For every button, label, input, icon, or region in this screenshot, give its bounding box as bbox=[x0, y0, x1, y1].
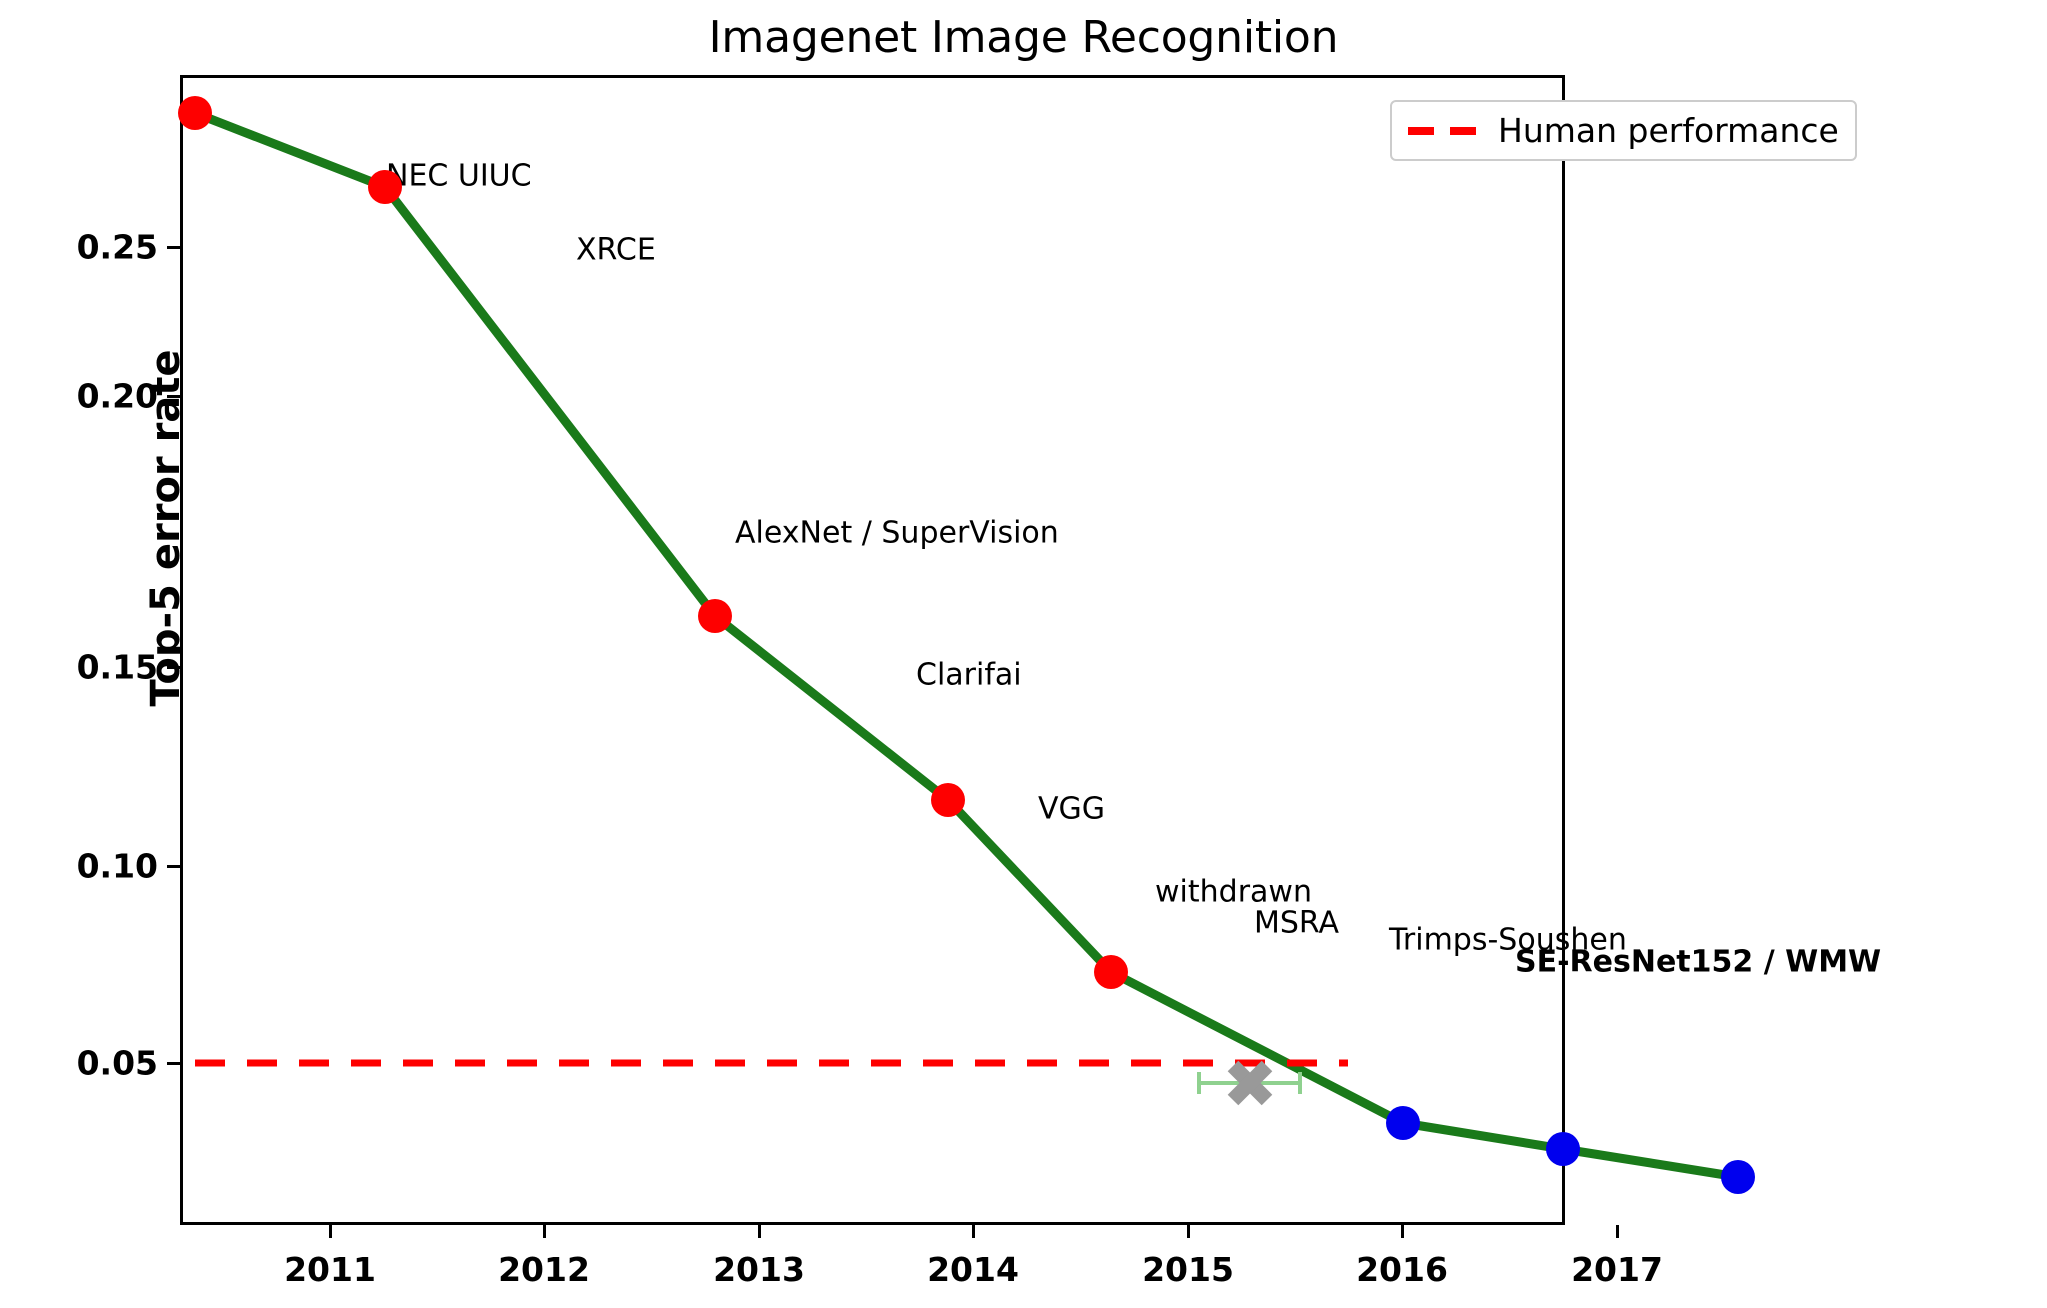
x-tick-label: 2013 bbox=[713, 1250, 805, 1289]
data-line-svg bbox=[190, 108, 1743, 1182]
y-tick-mark bbox=[167, 1062, 180, 1065]
y-tick-mark bbox=[167, 666, 180, 669]
data-point-marker bbox=[1721, 1160, 1755, 1194]
chart-figure: Imagenet Image Recognition Top-5 error r… bbox=[0, 0, 2047, 1308]
data-point-marker bbox=[1386, 1106, 1420, 1140]
x-tick-mark bbox=[758, 1225, 761, 1238]
data-point-marker bbox=[368, 170, 402, 204]
data-point-label: Clarifai bbox=[916, 657, 1022, 693]
data-point-label: VGG bbox=[1038, 791, 1106, 827]
series-line-ilsvrc-winners bbox=[190, 108, 1743, 1182]
y-tick-label: 0.15 bbox=[76, 647, 158, 687]
x-tick-label: 2017 bbox=[1571, 1250, 1663, 1289]
data-point-marker bbox=[698, 599, 732, 633]
data-point-label: MSRA bbox=[1254, 905, 1340, 941]
y-tick-label: 0.10 bbox=[76, 846, 158, 886]
y-tick-label: 0.25 bbox=[76, 227, 158, 267]
x-tick-label: 2015 bbox=[1142, 1250, 1234, 1289]
data-point-label: AlexNet / SuperVision bbox=[735, 515, 1059, 551]
withdrawn-x-marker-icon bbox=[1227, 1060, 1273, 1106]
x-tick-label: 2011 bbox=[284, 1250, 376, 1289]
x-tick-label: 2016 bbox=[1356, 1250, 1448, 1289]
human-performance-dash-icon bbox=[1408, 126, 1478, 135]
x-tick-mark bbox=[1401, 1225, 1404, 1238]
x-tick-mark bbox=[1187, 1225, 1190, 1238]
y-tick-label: 0.20 bbox=[76, 376, 158, 416]
x-tick-mark bbox=[543, 1225, 546, 1238]
data-point-marker bbox=[931, 783, 965, 817]
y-tick-mark bbox=[167, 865, 180, 868]
data-point-label: NEC UIUC bbox=[386, 158, 532, 194]
chart-title: Imagenet Image Recognition bbox=[708, 12, 1339, 63]
x-tick-mark bbox=[1616, 1225, 1619, 1238]
data-point-marker bbox=[1546, 1132, 1580, 1166]
x-tick-mark bbox=[329, 1225, 332, 1238]
withdrawn-error-bar bbox=[1197, 1072, 1302, 1094]
x-tick-mark bbox=[972, 1225, 975, 1238]
x-tick-label: 2012 bbox=[498, 1250, 590, 1289]
data-point-marker bbox=[1094, 955, 1128, 989]
plot-inner: withdrawn NEC UIUC XRCE AlexNet / SuperVisi… bbox=[178, 78, 1881, 1222]
y-tick-label: 0.05 bbox=[76, 1043, 158, 1083]
x-tick-label: 2014 bbox=[927, 1250, 1019, 1289]
data-point-label: XRCE bbox=[576, 232, 656, 268]
legend-label-human-performance: Human performance bbox=[1498, 111, 1839, 150]
legend: Human performance bbox=[1390, 100, 1857, 161]
plot-area: withdrawn NEC UIUC XRCE AlexNet / SuperVisi… bbox=[178, 75, 1881, 1225]
annotation-label-withdrawn: withdrawn bbox=[1155, 874, 1312, 910]
y-tick-mark bbox=[167, 246, 180, 249]
data-point-label: SE-ResNet152 / WMW bbox=[1515, 944, 1882, 980]
data-point-marker bbox=[178, 96, 212, 130]
y-tick-mark bbox=[167, 395, 180, 398]
